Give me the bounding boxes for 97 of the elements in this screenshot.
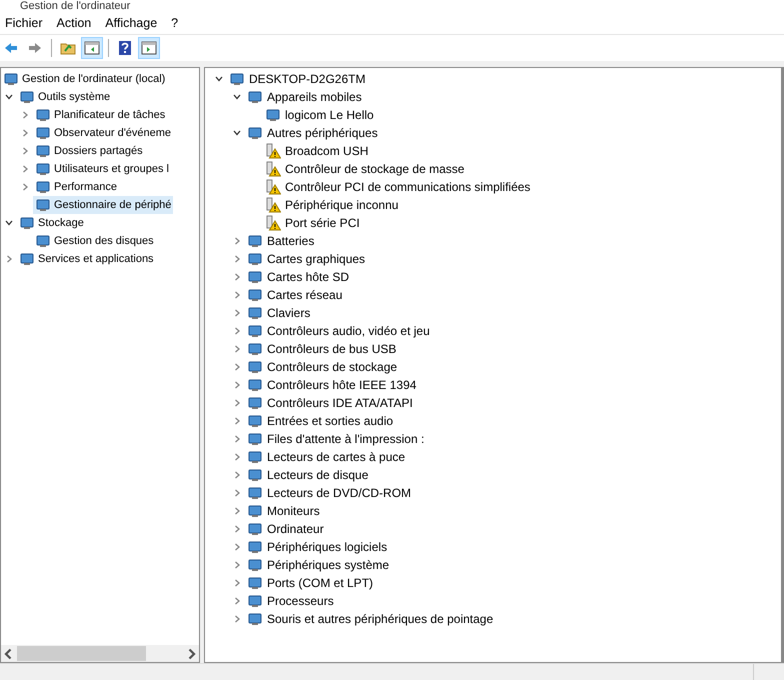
warning-device-icon [265, 143, 281, 159]
tree-item[interactable]: Files d'attente à l'impression : [245, 430, 426, 448]
tree-item[interactable]: Lecteurs de disque [245, 466, 370, 484]
toolbar-button[interactable] [138, 37, 160, 59]
tree-item[interactable]: Contrôleurs de bus USB [245, 340, 398, 358]
tree-item[interactable]: Port série PCI [263, 214, 362, 232]
tree-item[interactable]: Périphériques logiciels [245, 538, 390, 556]
device-icon [247, 377, 263, 393]
tree-item[interactable]: Contrôleurs IDE ATA/ATAPI [245, 394, 415, 412]
device-icon [35, 125, 51, 141]
device-icon [247, 593, 263, 609]
device-icon [247, 539, 263, 555]
tree-item[interactable]: Gestion de l'ordinateur (local) [1, 70, 168, 88]
device-icon [247, 395, 263, 411]
tree-item[interactable]: Ports (COM et LPT) [245, 574, 376, 592]
toolbar-button[interactable] [81, 37, 103, 59]
device-icon [247, 359, 263, 375]
device-icon [19, 215, 35, 231]
tree-item[interactable]: Autres périphériques [245, 124, 380, 142]
tree-item[interactable]: Outils système [17, 88, 112, 106]
device-icon [247, 449, 263, 465]
tree-item[interactable]: Cartes graphiques [245, 250, 368, 268]
tree-item[interactable]: Batteries [245, 232, 316, 250]
forward-arrow-icon [27, 40, 43, 56]
tree-item[interactable]: Moniteurs [245, 502, 322, 520]
menu-item[interactable]: Affichage [100, 16, 162, 30]
device-icon [247, 269, 263, 285]
device-icon [265, 107, 281, 123]
tree-item[interactable]: Périphériques système [245, 556, 392, 574]
tree-item[interactable]: Cartes hôte SD [245, 268, 352, 286]
tree-item[interactable]: Contrôleur PCI de communications simplifiées [263, 178, 532, 196]
device-icon [247, 233, 263, 249]
device-icon [247, 485, 263, 501]
device-icon [247, 341, 263, 357]
tree-item[interactable]: Appareils mobiles [245, 88, 364, 106]
tree-item[interactable]: Lecteurs de cartes à puce [245, 448, 408, 466]
tree-item[interactable]: Ordinateur [245, 520, 326, 538]
warning-device-icon [265, 215, 281, 231]
tree-item[interactable]: Observateur d'événeme [33, 124, 174, 142]
tree-item[interactable]: Cartes réseau [245, 286, 344, 304]
tree-item[interactable]: Lecteurs de DVD/CD-ROM [245, 484, 414, 502]
tree-item[interactable]: Souris et autres périphériques de pointage [245, 610, 496, 628]
tree-item[interactable]: DESKTOP-D2G26TM [227, 70, 368, 88]
window-title: Gestion de l'ordinateur [20, 0, 130, 12]
device-icon [247, 287, 263, 303]
tree-item[interactable]: Dossiers partagés [33, 142, 145, 160]
tree-item[interactable]: Processeurs [245, 592, 336, 610]
device-icon [247, 125, 263, 141]
tree-item[interactable]: Gestion des disques [33, 232, 156, 250]
tree-item[interactable]: Gestionnaire de périphé [33, 196, 174, 214]
tree-item[interactable]: Périphérique inconnu [263, 196, 400, 214]
device-icon [229, 71, 245, 87]
device-icon [247, 575, 263, 591]
tree-item[interactable]: Contrôleurs de stockage [245, 358, 400, 376]
device-icon [247, 323, 263, 339]
tree-item[interactable]: Contrôleur de stockage de masse [263, 160, 466, 178]
device-icon [247, 503, 263, 519]
device-icon [247, 89, 263, 105]
tree-item[interactable]: Broadcom USH [263, 142, 370, 160]
menu-item[interactable]: Fichier [0, 16, 48, 30]
tree-item[interactable]: Planificateur de tâches [33, 106, 168, 124]
device-icon [247, 413, 263, 429]
tree-item[interactable]: Claviers [245, 304, 312, 322]
device-icon [19, 89, 35, 105]
back-arrow-icon [3, 40, 19, 56]
device-icon [247, 467, 263, 483]
pane-icon [141, 40, 157, 56]
tree-item[interactable]: Services et applications [17, 250, 156, 268]
menu-item[interactable]: ? [166, 16, 184, 30]
pane-icon [84, 40, 100, 56]
device-icon [35, 197, 51, 213]
device-icon [247, 431, 263, 447]
device-icon [35, 107, 51, 123]
device-icon [247, 611, 263, 627]
tree-item[interactable]: Stockage [17, 214, 86, 232]
warning-device-icon [265, 161, 281, 177]
device-icon [247, 557, 263, 573]
device-icon [247, 305, 263, 321]
tree-item[interactable]: logicom Le Hello [263, 106, 376, 124]
tree-item[interactable]: Entrées et sorties audio [245, 412, 396, 430]
warning-device-icon [265, 179, 281, 195]
horizontal-scrollbar[interactable] [1, 645, 199, 662]
tree-item[interactable]: Performance [33, 178, 119, 196]
device-icon [19, 251, 35, 267]
warning-device-icon [265, 197, 281, 213]
device-icon [35, 143, 51, 159]
device-icon [35, 179, 51, 195]
device-icon [35, 233, 51, 249]
tree-item[interactable]: Contrôleurs hôte IEEE 1394 [245, 376, 418, 394]
menu-item[interactable]: Action [52, 16, 96, 30]
tree-item[interactable]: Contrôleurs audio, vidéo et jeu [245, 322, 432, 340]
device-icon [3, 71, 19, 87]
help-icon [117, 40, 133, 56]
device-icon [247, 251, 263, 267]
device-icon [35, 161, 51, 177]
device-icon [247, 521, 263, 537]
tree-item[interactable]: Utilisateurs et groupes l [33, 160, 171, 178]
